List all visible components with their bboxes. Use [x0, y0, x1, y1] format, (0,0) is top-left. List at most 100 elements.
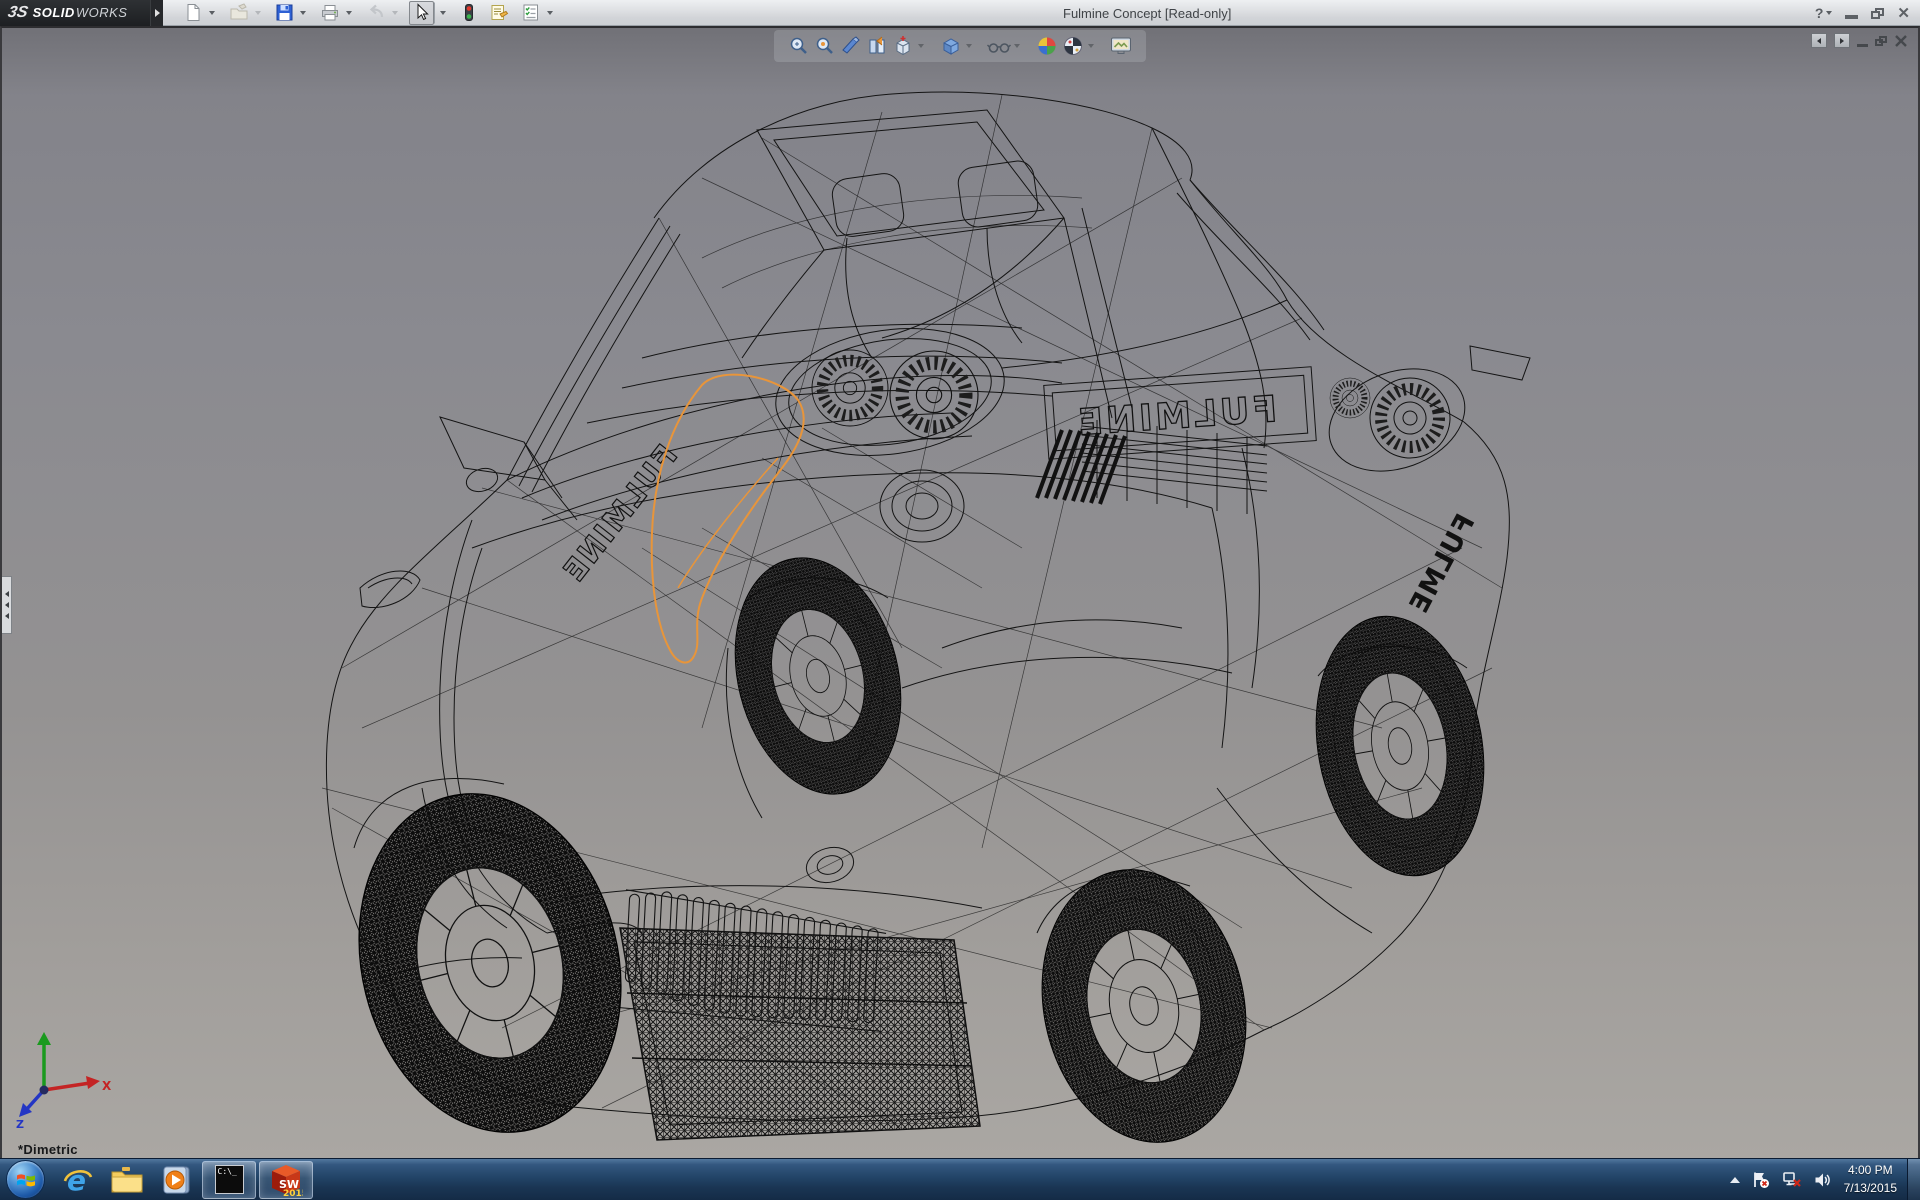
- print-icon: [320, 3, 340, 22]
- front-grille-mesh: [620, 928, 980, 1140]
- document-close-button[interactable]: [1894, 34, 1908, 48]
- previous-view-icon: [866, 35, 888, 57]
- help-button[interactable]: ?: [1815, 5, 1833, 21]
- taskbar: e C:\_ SW 2015: [0, 1158, 1920, 1200]
- orientation-triad: X Z: [14, 1028, 114, 1128]
- solidworks-logo: 3S SOLID WORKS: [0, 0, 150, 26]
- show-hidden-icons-button[interactable]: [1730, 1177, 1740, 1183]
- volume-button[interactable]: [1814, 1171, 1832, 1189]
- graphics-viewport[interactable]: FULMINE FULMINE FULME: [0, 26, 1920, 1158]
- select-cursor-icon: [412, 3, 431, 22]
- options-button[interactable]: [518, 1, 544, 25]
- rebuild-button[interactable]: [458, 1, 480, 25]
- brand-works: WORKS: [76, 5, 128, 20]
- options-icon: [521, 3, 541, 22]
- network-status-button[interactable]: [1782, 1171, 1802, 1189]
- display-style-button[interactable]: [938, 33, 964, 59]
- car-wireframe-model[interactable]: FULMINE FULMINE FULME: [2, 28, 1918, 1158]
- action-center-flag-icon: [1752, 1171, 1770, 1189]
- close-button[interactable]: ✕: [1897, 6, 1910, 21]
- clock-time: 4:00 PM: [1844, 1162, 1897, 1179]
- triad-z-label: Z: [16, 1118, 24, 1128]
- zoom-to-area-button[interactable]: [812, 33, 838, 59]
- 3ds-logo-icon: 3S: [6, 4, 29, 22]
- folder-icon: [110, 1165, 144, 1195]
- solidworks-2015-icon: SW 2015: [269, 1163, 303, 1197]
- show-hidden-icons-icon: [1730, 1177, 1740, 1183]
- svg-text:FULMINE: FULMINE: [1074, 389, 1278, 444]
- rear-right-wheel: [1297, 603, 1504, 889]
- save-dropdown-arrow[interactable]: [300, 11, 306, 15]
- volume-icon: [1814, 1171, 1832, 1189]
- undo-icon: [366, 3, 386, 22]
- taskbar-solidworks-2015[interactable]: SW 2015: [259, 1161, 313, 1199]
- next-window-button[interactable]: [1834, 33, 1850, 48]
- front-left-wheel: [324, 766, 655, 1158]
- network-status-icon: [1782, 1171, 1802, 1189]
- view-orientation-label: *Dimetric: [18, 1142, 78, 1157]
- minimize-button[interactable]: [1845, 15, 1858, 19]
- system-tray: 4:00 PM 7/13/2015: [1730, 1159, 1920, 1200]
- restore-button[interactable]: [1871, 8, 1884, 19]
- rear-left-wheel: [711, 540, 924, 812]
- rebuild-traffic-light-icon: [461, 3, 477, 22]
- view-orientation-button[interactable]: [890, 33, 916, 59]
- save-icon: [275, 3, 294, 22]
- section-view-button[interactable]: [838, 33, 864, 59]
- view-orientation-icon: [892, 35, 914, 57]
- select-dropdown-button[interactable]: [434, 2, 452, 24]
- brand-solid: SOLID: [33, 5, 75, 20]
- show-desktop-button[interactable]: [1907, 1159, 1920, 1200]
- internet-explorer-icon: e: [62, 1164, 94, 1196]
- apply-scene-button[interactable]: [1060, 33, 1086, 59]
- window-title: Fulmine Concept [Read-only]: [1063, 6, 1231, 21]
- action-center-button[interactable]: [1752, 1171, 1770, 1189]
- document-restore-button[interactable]: [1875, 36, 1887, 46]
- previous-window-button[interactable]: [1811, 33, 1827, 48]
- taskbar-internet-explorer[interactable]: e: [55, 1161, 101, 1199]
- new-dropdown-arrow[interactable]: [209, 11, 215, 15]
- document-minimize-button[interactable]: [1857, 44, 1868, 47]
- start-button[interactable]: [6, 1160, 45, 1199]
- svg-text:2015: 2015: [283, 1189, 303, 1197]
- taskbar-media-player[interactable]: [153, 1161, 199, 1199]
- new-document-icon: [184, 3, 203, 22]
- taskbar-file-explorer[interactable]: [104, 1161, 150, 1199]
- select-tool-button[interactable]: [409, 1, 434, 25]
- main-toolbar: [181, 1, 558, 25]
- undo-button: [363, 1, 389, 25]
- next-window-icon: [1840, 38, 1844, 44]
- feature-manager-collapsed-tab[interactable]: [2, 576, 12, 634]
- previous-view-button[interactable]: [864, 33, 890, 59]
- front-right-wheel: [1018, 851, 1271, 1158]
- document-window-controls: [1811, 33, 1908, 48]
- taskbar-command-prompt[interactable]: C:\_: [202, 1161, 256, 1199]
- menu-expand-button[interactable]: [150, 0, 163, 26]
- save-button[interactable]: [272, 1, 297, 25]
- undo-dropdown-arrow: [392, 11, 398, 15]
- apply-scene-icon: [1062, 35, 1084, 57]
- triad-x-label: X: [102, 1079, 112, 1093]
- taskbar-clock[interactable]: 4:00 PM 7/13/2015: [1844, 1162, 1897, 1197]
- options-dropdown-arrow[interactable]: [547, 11, 553, 15]
- hide-show-items-button[interactable]: [986, 33, 1012, 59]
- zoom-to-fit-button[interactable]: [786, 33, 812, 59]
- new-document-button[interactable]: [181, 1, 206, 25]
- svg-text:FULMINE: FULMINE: [556, 439, 685, 590]
- svg-text:FULME: FULME: [1403, 509, 1481, 619]
- file-properties-button[interactable]: [486, 1, 512, 25]
- eyeglasses-icon: [987, 35, 1011, 57]
- zoom-to-area-icon: [814, 35, 836, 57]
- window-controls: ? ✕: [1815, 0, 1910, 26]
- open-document-button[interactable]: [226, 1, 252, 25]
- print-dropdown-arrow[interactable]: [346, 11, 352, 15]
- previous-window-icon: [1817, 38, 1821, 44]
- edit-appearance-button[interactable]: [1034, 33, 1060, 59]
- file-properties-icon: [489, 3, 509, 22]
- windows-flag-icon: [16, 1171, 36, 1189]
- open-dropdown-arrow: [255, 11, 261, 15]
- heads-up-view-toolbar: [774, 30, 1146, 62]
- view-settings-button[interactable]: [1108, 33, 1134, 59]
- command-prompt-icon: C:\_: [215, 1165, 244, 1194]
- print-button[interactable]: [317, 1, 343, 25]
